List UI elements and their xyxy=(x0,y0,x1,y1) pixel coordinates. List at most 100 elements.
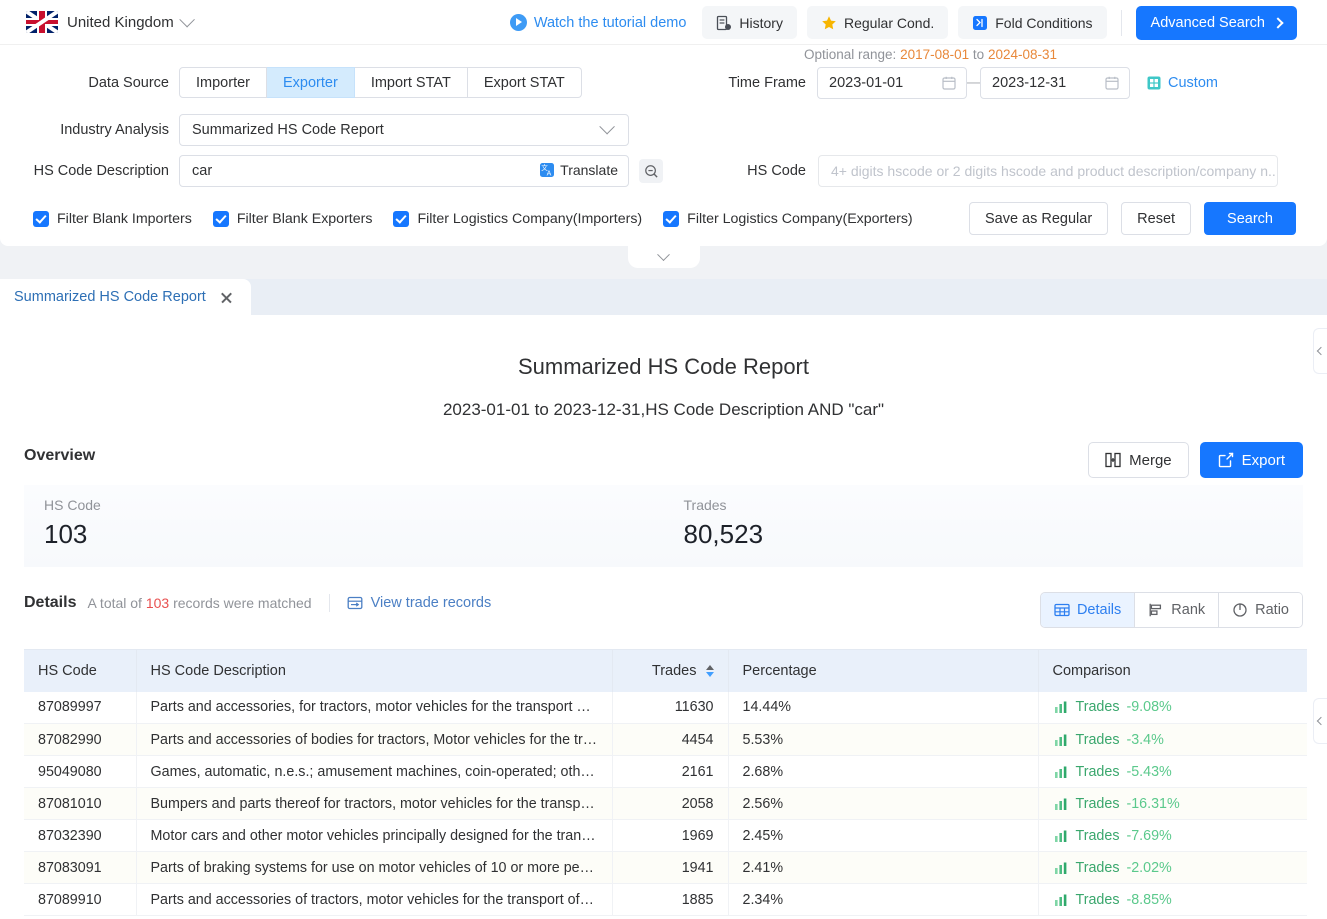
cell-trades: 4454 xyxy=(612,723,729,756)
view-mode-ratio-label: Ratio xyxy=(1255,602,1289,618)
cell-comparison: Trades -3.4% xyxy=(1038,723,1307,756)
country-selector[interactable]: United Kingdom xyxy=(26,11,195,33)
chevron-down-icon xyxy=(657,247,670,261)
optional-range-to: to xyxy=(972,47,985,62)
cell-hs-code: 87083091 xyxy=(24,851,137,884)
filter-blank-importers-checkbox[interactable]: Filter Blank Importers xyxy=(33,211,192,227)
view-mode-details-label: Details xyxy=(1076,602,1122,618)
right-panel-handle-top[interactable] xyxy=(1313,328,1327,374)
view-mode-rank-label: Rank xyxy=(1171,602,1206,618)
translate-label: Translate xyxy=(560,162,618,178)
date-start-input[interactable]: 2023-01-01 xyxy=(817,67,967,99)
trend-chart-icon xyxy=(1054,734,1066,746)
reset-button[interactable]: Reset xyxy=(1121,202,1192,235)
view-trade-records-link[interactable]: View trade records xyxy=(347,595,491,611)
table-row[interactable]: 95049080 Games, automatic, n.e.s.; amuse… xyxy=(24,755,1307,788)
table-row[interactable]: 87089910 Parts and accessories of tracto… xyxy=(24,883,1307,916)
table-row[interactable]: 87082990 Parts and accessories of bodies… xyxy=(24,723,1307,756)
cell-comparison: Trades -9.08% xyxy=(1038,691,1307,724)
hs-code-description-input[interactable]: car 文 A Translate xyxy=(179,155,629,187)
data-source-importer[interactable]: Importer xyxy=(179,67,267,98)
cell-comparison: Trades -16.31% xyxy=(1038,787,1307,820)
stat-trades: Trades 80,523 xyxy=(664,485,1304,567)
page-title: Summarized HS Code Report xyxy=(517,354,809,379)
uk-flag-icon xyxy=(26,11,58,33)
export-button[interactable]: Export xyxy=(1199,442,1303,478)
optional-range: Optional range: 2017-08-01 to 2024-08-31 xyxy=(804,47,1057,62)
save-as-regular-button[interactable]: Save as Regular xyxy=(968,202,1109,235)
table-row[interactable]: 87083091 Parts of braking systems for us… xyxy=(24,851,1307,884)
optional-range-label: Optional range: xyxy=(804,47,897,62)
cell-comparison: Trades -2.02% xyxy=(1038,851,1307,884)
view-mode-rank[interactable]: Rank xyxy=(1135,593,1220,627)
clear-search-icon-button[interactable] xyxy=(639,159,663,183)
optional-range-end: 2024-08-31 xyxy=(987,47,1057,62)
hs-code-row: HS Code 4+ digits hscode or 2 digits hsc… xyxy=(743,155,1278,187)
comparison-value: -9.08% xyxy=(1126,699,1172,716)
filter-blank-exporters-checkbox[interactable]: Filter Blank Exporters xyxy=(212,211,372,227)
cell-description: Games, automatic, n.e.s.; amusement mach… xyxy=(136,755,613,788)
search-button[interactable]: Search xyxy=(1204,202,1296,235)
comparison-value: -3.4% xyxy=(1126,731,1164,748)
comparison-value: -2.02% xyxy=(1126,859,1172,876)
view-mode-ratio[interactable]: Ratio xyxy=(1219,593,1302,627)
column-percentage[interactable]: Percentage xyxy=(728,649,1039,692)
hs-code-placeholder: 4+ digits hscode or 2 digits hscode and … xyxy=(831,163,1278,179)
right-panel-handle-bottom[interactable] xyxy=(1313,698,1327,744)
table-row[interactable]: 87081010 Bumpers and parts thereof for t… xyxy=(24,787,1307,820)
filter-logistics-importers-label: Filter Logistics Company(Importers) xyxy=(417,211,643,227)
merge-button[interactable]: Merge xyxy=(1088,442,1189,478)
overview-heading: Overview xyxy=(24,447,96,464)
trend-chart-icon xyxy=(1054,701,1066,714)
comparison-label: Trades xyxy=(1075,859,1120,876)
chevron-down-icon xyxy=(179,11,195,27)
view-mode-details[interactable]: Details xyxy=(1040,593,1136,627)
top-bar: United Kingdom Watch the tutorial demo H… xyxy=(0,0,1327,45)
translate-button[interactable]: 文 A Translate xyxy=(539,162,618,178)
tab-summarized-hs-code-report[interactable]: Summarized HS Code Report xyxy=(0,279,251,315)
column-trades[interactable]: Trades xyxy=(612,649,729,692)
history-button[interactable]: History xyxy=(702,6,797,39)
filter-blank-importers-label: Filter Blank Importers xyxy=(57,211,192,227)
watch-tutorial-link[interactable]: Watch the tutorial demo xyxy=(509,14,686,31)
filter-logistics-importers-checkbox[interactable]: Filter Logistics Company(Importers) xyxy=(393,211,642,227)
comparison-value: -16.31% xyxy=(1126,795,1180,812)
cell-description: Bumpers and parts thereof for tractors, … xyxy=(136,787,613,820)
cell-trades: 2161 xyxy=(612,755,729,788)
data-source-import-stat[interactable]: Import STAT xyxy=(354,67,468,98)
close-icon[interactable] xyxy=(220,291,233,304)
filter-logistics-exporters-checkbox[interactable]: Filter Logistics Company(Exporters) xyxy=(663,211,913,227)
comparison-label: Trades xyxy=(1075,699,1120,716)
star-icon xyxy=(822,15,836,29)
table-body: 87089997 Parts and accessories, for trac… xyxy=(24,691,1307,916)
table-row[interactable]: 87032390 Motor cars and other motor vehi… xyxy=(24,819,1307,852)
hs-code-input[interactable]: 4+ digits hscode or 2 digits hscode and … xyxy=(818,155,1278,187)
column-hs-code-description[interactable]: HS Code Description xyxy=(136,649,613,692)
column-hs-code[interactable]: HS Code xyxy=(24,649,137,692)
sort-icon[interactable] xyxy=(705,664,714,677)
export-label: Export xyxy=(1241,451,1285,469)
industry-analysis-label: Industry Analysis xyxy=(60,122,169,138)
advanced-search-button[interactable]: Advanced Search xyxy=(1135,5,1297,40)
checkbox-checked-icon xyxy=(33,211,49,227)
date-end-input[interactable]: 2023-12-31 xyxy=(980,67,1130,99)
page-subtitle: 2023-01-01 to 2023-12-31,HS Code Descrip… xyxy=(442,400,885,419)
data-source-export-stat[interactable]: Export STAT xyxy=(467,67,582,98)
divider xyxy=(1120,9,1122,36)
fold-conditions-button[interactable]: Fold Conditions xyxy=(958,6,1107,39)
cell-trades: 1941 xyxy=(612,851,729,884)
details-meta-post: records were matched xyxy=(173,595,312,611)
table-row[interactable]: 87089997 Parts and accessories, for trac… xyxy=(24,691,1307,724)
collapse-panel-handle[interactable] xyxy=(627,246,700,268)
comparison-label: Trades xyxy=(1075,795,1120,812)
data-source-exporter[interactable]: Exporter xyxy=(267,67,355,98)
svg-text:A: A xyxy=(547,170,552,177)
custom-range-button[interactable]: Custom xyxy=(1146,75,1218,91)
regular-conditions-button[interactable]: Regular Cond. xyxy=(806,6,949,39)
date-range-separator: — xyxy=(967,74,983,91)
stat-trades-value: 80,523 xyxy=(683,519,764,549)
column-comparison[interactable]: Comparison xyxy=(1038,649,1307,692)
history-label: History xyxy=(739,14,783,31)
industry-analysis-select[interactable]: Summarized HS Code Report xyxy=(179,114,629,146)
time-frame-label: Time Frame xyxy=(728,75,806,91)
